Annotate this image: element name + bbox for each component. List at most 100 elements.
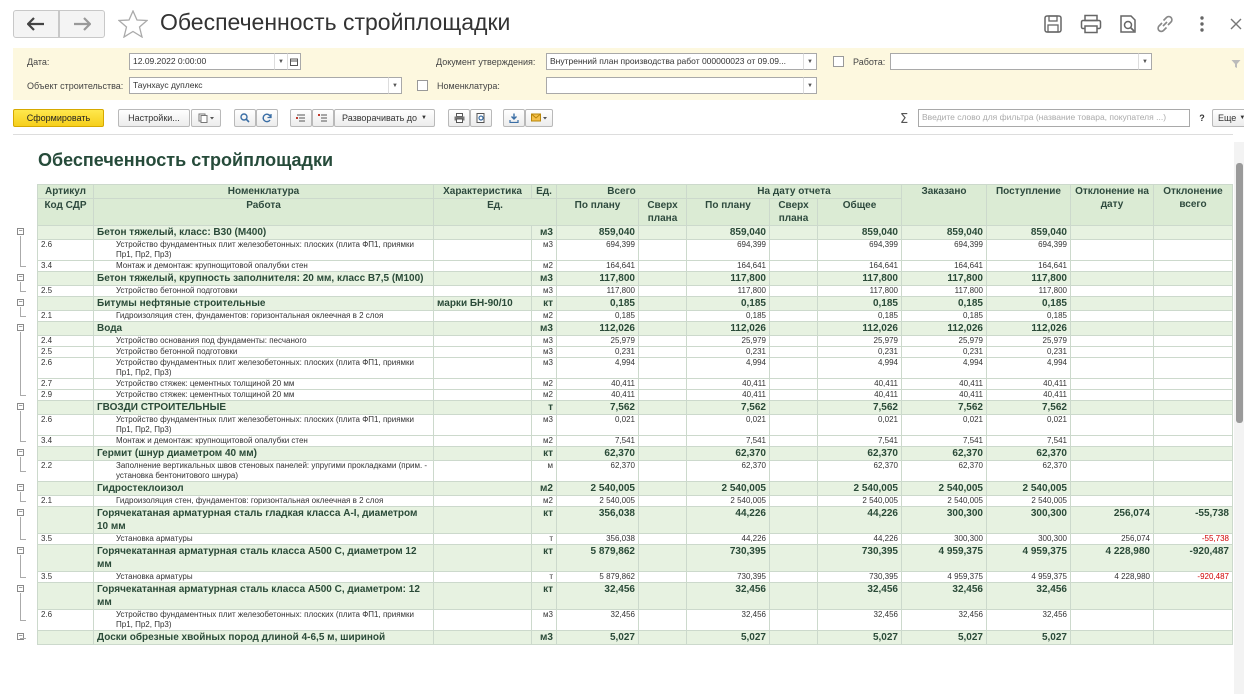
group-row[interactable]: Гермит (шнур диаметром 40 мм) кт 62,370 62,… — [37, 446, 1233, 461]
nomen-field[interactable] — [546, 77, 804, 94]
expand-to-button[interactable]: Разворачивать до ▼ — [334, 109, 435, 127]
cell-over2 — [769, 630, 818, 645]
table-row[interactable]: 2.5 Устройство бетонной подготовки м3 0,231… — [37, 346, 1233, 358]
cell-received: 859,040 — [986, 225, 1071, 240]
work-field[interactable] — [890, 53, 1140, 70]
close-icon[interactable] — [1228, 12, 1244, 36]
cell-devdate: 4 228,980 — [1070, 571, 1154, 583]
group-row[interactable]: Горячекатаная арматурная сталь гладкая к… — [37, 506, 1233, 534]
table-row[interactable]: 2.4 Устройство основания под фундаменты: … — [37, 335, 1233, 347]
cell-plan: 694,399 — [556, 239, 639, 261]
col-sdr: Код СДР — [37, 198, 94, 226]
table-row[interactable]: 3.5 Установка арматуры т 5 879,862 730,395 73… — [37, 571, 1233, 583]
help-button[interactable]: ? — [1195, 109, 1209, 127]
title-bar: Обеспеченность стройплощадки — [0, 0, 1244, 48]
group-row[interactable]: Битумы нефтяные строительные марки БН-90/… — [37, 296, 1233, 311]
forward-button[interactable] — [59, 10, 105, 38]
settings-button[interactable]: Настройки... — [118, 109, 190, 127]
table-row[interactable]: 2.7 Устройство стяжек: цементных толщиной… — [37, 378, 1233, 390]
collapse-group-icon[interactable]: − — [17, 227, 24, 235]
table-row[interactable]: 2.1 Гидроизоляция стен, фундаментов: гори… — [37, 310, 1233, 322]
table-row[interactable]: 3.4 Монтаж и демонтаж: крупнощитовой опал… — [37, 260, 1233, 272]
nomen-dropdown-icon[interactable]: ▼ — [803, 77, 817, 94]
search-button[interactable] — [234, 109, 256, 127]
group-row[interactable]: Бетон тяжелый, крупность заполнителя: 20… — [37, 271, 1233, 286]
group-row[interactable]: ГВОЗДИ СТРОИТЕЛЬНЫЕ т 7,562 7,562 7,562 7,562… — [37, 400, 1233, 415]
object-label: Объект строительства: — [27, 81, 124, 91]
collapse-group-icon[interactable]: − — [17, 584, 24, 592]
cell-ordered: 694,399 — [901, 239, 987, 261]
collapse-group-icon[interactable]: − — [17, 323, 24, 331]
group-row[interactable]: Доски обрезные хвойных пород длиной 4-6,… — [37, 630, 1233, 645]
cell-plan: 5 879,862 — [556, 544, 639, 572]
cell-received: 62,370 — [986, 446, 1071, 461]
table-row[interactable]: 3.5 Установка арматуры т 356,038 44,226 44,22… — [37, 533, 1233, 545]
table-row[interactable]: 2.6 Устройство фундаментных плит железобе… — [37, 357, 1233, 379]
link-icon[interactable] — [1153, 12, 1177, 36]
doc-field[interactable]: Внутренний план производства работ 00000… — [546, 53, 804, 70]
preview-icon[interactable] — [1116, 12, 1140, 36]
refresh-button[interactable] — [256, 109, 278, 127]
cell-plan: 5 879,862 — [556, 571, 639, 583]
more-button[interactable]: Еще ▼ — [1212, 109, 1244, 127]
cell-name: Горячекатаная арматурная сталь гладкая к… — [93, 506, 434, 534]
cell-devdate — [1070, 285, 1154, 297]
doc-dropdown-icon[interactable]: ▼ — [803, 53, 817, 70]
sum-icon[interactable]: Σ — [900, 112, 908, 127]
table-row[interactable]: 2.5 Устройство бетонной подготовки м3 117,8… — [37, 285, 1233, 297]
cell-devtotal — [1153, 481, 1233, 496]
print-icon[interactable] — [1079, 12, 1103, 36]
collapse-group-icon[interactable]: − — [17, 448, 24, 456]
favorite-star-icon[interactable] — [117, 9, 149, 43]
work-dropdown-icon[interactable]: ▼ — [1138, 53, 1152, 70]
collapse-group-icon[interactable]: − — [17, 546, 24, 554]
group-row[interactable]: Бетон тяжелый, класс: В30 (М400) м3 859,04… — [37, 225, 1233, 240]
table-row[interactable]: 2.6 Устройство фундаментных плит железобе… — [37, 609, 1233, 631]
cell-devtotal — [1153, 414, 1233, 436]
expand-groups-button[interactable] — [312, 109, 334, 127]
collapse-group-icon[interactable]: − — [17, 273, 24, 281]
collapse-group-icon[interactable]: − — [17, 483, 24, 491]
save-icon[interactable] — [1041, 12, 1065, 36]
group-row[interactable]: Горячекатанная арматурная сталь класса А… — [37, 582, 1233, 610]
variant-button[interactable] — [191, 109, 221, 127]
table-row[interactable]: 2.2 Заполнение вертикальных швов стеновых… — [37, 460, 1233, 482]
more-label: Еще — [1218, 113, 1237, 123]
group-row[interactable]: Горячекатанная арматурная сталь класса А… — [37, 544, 1233, 572]
work-checkbox[interactable] — [833, 56, 844, 67]
preview-button[interactable] — [470, 109, 492, 127]
table-row[interactable]: 2.6 Устройство фундаментных плит железобе… — [37, 239, 1233, 261]
cell-ordered: 40,411 — [901, 389, 987, 401]
filter-search-input[interactable]: Введите слово для фильтра (название това… — [918, 109, 1190, 127]
cell-unit: т — [531, 571, 557, 583]
table-row[interactable]: 2.9 Устройство стяжек: цементных толщиной… — [37, 389, 1233, 401]
object-field[interactable]: Таунхаус дуплекс — [129, 77, 390, 94]
date-field[interactable]: 12.09.2022 0:00:00 — [129, 53, 275, 70]
collapse-group-icon[interactable]: − — [17, 402, 24, 410]
scrollbar-thumb[interactable] — [1236, 163, 1243, 423]
generate-button[interactable]: Сформировать — [13, 109, 104, 127]
object-dropdown-icon[interactable]: ▼ — [388, 77, 402, 94]
collapse-groups-button[interactable] — [290, 109, 312, 127]
table-row[interactable]: 2.1 Гидроизоляция стен, фундаментов: гори… — [37, 495, 1233, 507]
table-row[interactable]: 2.6 Устройство фундаментных плит железобе… — [37, 414, 1233, 436]
cell-unit: м2 — [531, 310, 557, 322]
cell-devtotal: -920,487 — [1153, 571, 1233, 583]
email-button[interactable] — [525, 109, 553, 127]
collapse-group-icon[interactable]: − — [17, 298, 24, 306]
cell-devtotal — [1153, 609, 1233, 631]
cell-char — [433, 414, 532, 436]
date-dropdown-icon[interactable]: ▼ — [274, 53, 288, 70]
table-row[interactable]: 3.4 Монтаж и демонтаж: крупнощитовой опал… — [37, 435, 1233, 447]
nomen-checkbox[interactable] — [417, 80, 428, 91]
back-button[interactable] — [13, 10, 59, 38]
group-row[interactable]: Гидростеклоизол м2 2 540,005 2 540,005 2 540… — [37, 481, 1233, 496]
export-button[interactable] — [503, 109, 525, 127]
print-button[interactable] — [448, 109, 470, 127]
filter-funnel-icon[interactable] — [1231, 56, 1241, 74]
cell-devdate — [1070, 460, 1154, 482]
collapse-group-icon[interactable]: − — [17, 508, 24, 516]
calendar-icon[interactable] — [287, 53, 301, 70]
group-row[interactable]: Вода м3 112,026 112,026 112,026 112,026 112,02… — [37, 321, 1233, 336]
more-vertical-icon[interactable] — [1190, 12, 1214, 36]
